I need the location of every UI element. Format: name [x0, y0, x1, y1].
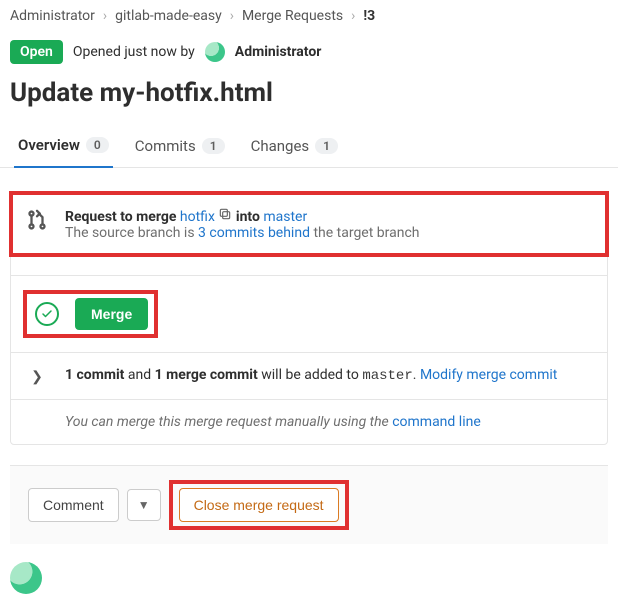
breadcrumb-item[interactable]: Merge Requests — [242, 8, 343, 24]
close-mr-button[interactable]: Close merge request — [179, 488, 339, 522]
merge-request-icon — [23, 207, 51, 231]
tab-overview[interactable]: Overview 0 — [14, 126, 113, 168]
comment-dropdown-button[interactable]: ▼ — [127, 489, 161, 521]
author-name[interactable]: Administrator — [235, 44, 322, 60]
commits-behind-link[interactable]: 3 commits behind — [198, 225, 310, 241]
commit-summary-row: ❯ 1 commit and 1 merge commit will be ad… — [11, 352, 607, 399]
breadcrumb: Administrator › gitlab-made-easy › Merge… — [0, 0, 618, 32]
tab-label: Overview — [18, 136, 80, 154]
source-branch-link[interactable]: hotfix — [180, 209, 215, 225]
tab-label: Changes — [251, 137, 310, 155]
chevron-right-icon: › — [103, 8, 107, 24]
breadcrumb-item[interactable]: gitlab-made-easy — [115, 8, 222, 24]
target-branch-link[interactable]: master — [263, 209, 307, 225]
tab-count: 1 — [202, 138, 225, 154]
tab-count: 1 — [315, 138, 338, 154]
chevron-right-icon: › — [351, 8, 355, 24]
tab-commits[interactable]: Commits 1 — [131, 126, 229, 167]
breadcrumb-item[interactable]: Administrator — [10, 8, 95, 24]
page-title: Update my-hotfix.html — [0, 72, 618, 126]
command-line-link[interactable]: command line — [392, 414, 481, 430]
manual-merge-row: You can merge this merge request manuall… — [11, 399, 607, 444]
branch-behind-line: The source branch is 3 commits behind th… — [65, 225, 420, 241]
avatar[interactable] — [10, 562, 42, 594]
merge-widget: Request to merge hotfix into master The … — [10, 192, 608, 445]
modify-merge-commit-link[interactable]: Modify merge commit — [420, 367, 557, 383]
merge-button[interactable]: Merge — [75, 298, 148, 330]
merge-branches-line: Request to merge hotfix into master — [65, 207, 420, 225]
chevron-right-icon[interactable]: ❯ — [31, 369, 43, 385]
avatar[interactable] — [205, 42, 225, 62]
chevron-right-icon: › — [230, 8, 234, 24]
tab-label: Commits — [135, 137, 196, 155]
copy-icon[interactable] — [218, 209, 235, 225]
status-badge: Open — [10, 40, 63, 64]
merge-request-info: Request to merge hotfix into master The … — [11, 193, 607, 255]
comment-button[interactable]: Comment — [28, 488, 119, 522]
tab-count: 0 — [86, 137, 109, 153]
merge-action-row: Merge — [11, 275, 607, 352]
status-check-icon — [35, 302, 59, 326]
tab-changes[interactable]: Changes 1 — [247, 126, 342, 167]
tabs: Overview 0 Commits 1 Changes 1 — [0, 126, 618, 168]
status-row: Open Opened just now by Administrator — [0, 32, 618, 72]
breadcrumb-mr-id: !3 — [363, 8, 375, 24]
comment-footer: Comment ▼ Close merge request — [10, 465, 608, 544]
opened-by-text: Opened just now by — [73, 44, 195, 60]
